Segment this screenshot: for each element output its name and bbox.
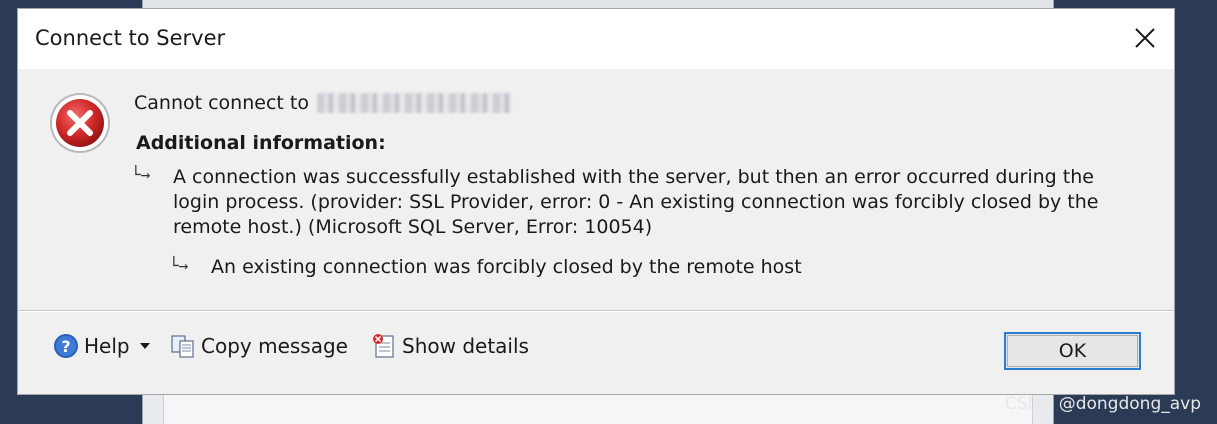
copy-message-label: Copy message [201, 334, 348, 358]
error-detail-secondary: An existing connection was forcibly clos… [211, 256, 802, 278]
error-message: Cannot connect to [134, 92, 512, 114]
dropdown-arrow-icon [139, 343, 150, 349]
help-icon: ? [52, 332, 80, 360]
copy-icon [169, 332, 197, 360]
dialog-footer: ? Help Copy message Show details OK [18, 312, 1174, 394]
sub-arrow-icon: └→ [169, 256, 189, 275]
close-button[interactable] [1126, 19, 1164, 57]
additional-info-heading: Additional information: [136, 132, 386, 154]
svg-text:?: ? [61, 337, 70, 356]
ok-button[interactable]: OK [1004, 332, 1141, 370]
error-detail-primary: A connection was successfully establishe… [173, 166, 1099, 238]
close-icon [1135, 28, 1155, 48]
redacted-server-name [316, 93, 512, 113]
help-label: Help [84, 334, 130, 358]
ok-label: OK [1058, 340, 1087, 362]
watermark: CSDN @dongdong_avp [1004, 394, 1201, 414]
error-icon [50, 93, 110, 153]
copy-message-button[interactable]: Copy message [169, 332, 348, 360]
error-message-text: Cannot connect to [134, 92, 309, 114]
connect-to-server-dialog: Connect to Server Cannot connect to Addi… [17, 8, 1175, 395]
show-details-label: Show details [402, 334, 529, 358]
show-details-icon [370, 332, 398, 360]
dialog-body: Cannot connect to Additional information… [18, 69, 1174, 311]
dialog-titlebar: Connect to Server [18, 9, 1174, 69]
dialog-title: Connect to Server [35, 26, 226, 50]
help-button[interactable]: ? Help [52, 332, 150, 360]
sub-arrow-icon: └→ [131, 165, 151, 184]
show-details-button[interactable]: Show details [370, 332, 529, 360]
